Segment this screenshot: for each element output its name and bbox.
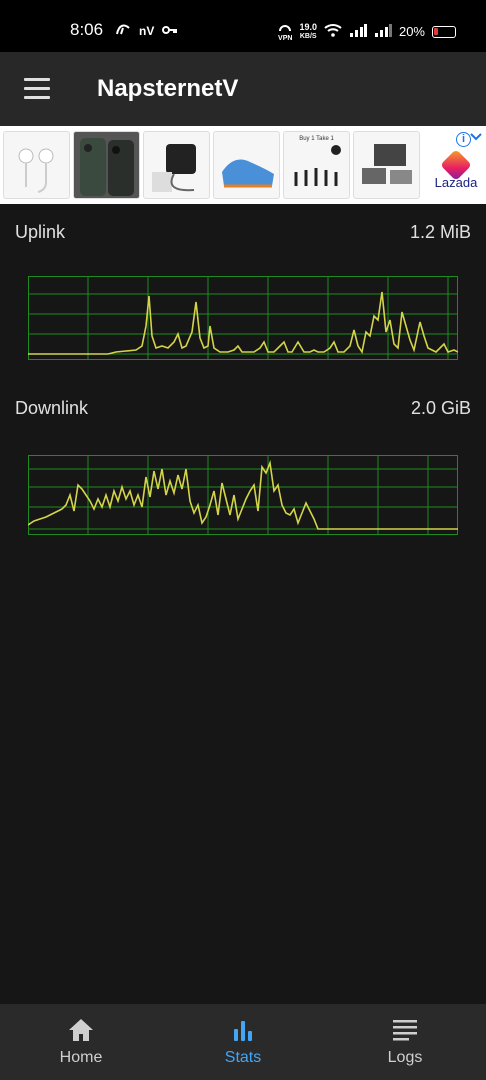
downlink-grid — [28, 455, 458, 535]
logs-icon — [393, 1020, 417, 1041]
bottom-nav: Home Stats Logs — [0, 1004, 486, 1080]
lazada-logo[interactable]: Lazada — [432, 130, 480, 198]
wifi-icon — [324, 23, 342, 40]
nav-stats[interactable]: Stats — [162, 1004, 324, 1080]
nav-logs-label: Logs — [387, 1049, 423, 1066]
signal-icon — [349, 23, 367, 40]
status-right-icons: VPN 19.0 KB/S 20% — [278, 20, 456, 43]
downlink-line — [28, 459, 458, 530]
home-icon — [69, 1019, 93, 1041]
key-icon — [162, 24, 178, 38]
notification-app-icon — [115, 22, 131, 39]
status-left-icons: nV — [115, 22, 178, 39]
menu-icon[interactable] — [24, 78, 52, 100]
ad-banner[interactable]: Buy 1 Take 1 — [0, 126, 486, 204]
battery-icon — [432, 25, 456, 38]
battery-percent: 20% — [398, 24, 425, 39]
vpn-label: VPN — [278, 35, 293, 42]
nav-home-label: Home — [59, 1049, 103, 1066]
status-bar: 8:06 nV VPN 19.0 KB/S 20% — [0, 0, 486, 52]
ad-product-earphones[interactable] — [3, 131, 70, 199]
nav-stats-label: Stats — [224, 1049, 262, 1066]
ad-product-phones[interactable] — [73, 131, 140, 199]
signal-icon-2 — [374, 23, 392, 40]
ad-product-electronics[interactable] — [353, 131, 420, 199]
app-bar: NapsternetV — [0, 52, 486, 126]
stats-icon — [234, 1021, 252, 1041]
downlink-value: 2.0 GiB — [410, 398, 471, 418]
speed-unit: KB/S — [299, 32, 317, 40]
nav-logs[interactable]: Logs — [324, 1004, 486, 1080]
downlink-label: Downlink — [15, 398, 89, 418]
status-time: 8:06 — [70, 20, 104, 39]
vpn-indicator: VPN — [278, 20, 292, 43]
uplink-graph — [28, 276, 458, 360]
nav-home[interactable]: Home — [0, 1004, 162, 1080]
uplink-label: Uplink — [15, 222, 66, 242]
ad-brand-text: Lazada — [434, 175, 478, 190]
ad-product-charger[interactable] — [143, 131, 210, 199]
app-title: NapsternetV — [97, 75, 239, 102]
network-speed: 19.0 KB/S — [299, 21, 317, 41]
ad-product-buy1take1[interactable]: Buy 1 Take 1 — [283, 131, 350, 199]
downlink-graph — [28, 455, 458, 535]
uplink-value: 1.2 MiB — [409, 222, 471, 242]
uplink-line — [28, 291, 458, 355]
ad-product-shoes[interactable] — [213, 131, 280, 199]
carrier-badge: nV — [139, 23, 155, 38]
speed-value: 19.0 — [299, 21, 317, 32]
uplink-grid — [28, 276, 458, 360]
